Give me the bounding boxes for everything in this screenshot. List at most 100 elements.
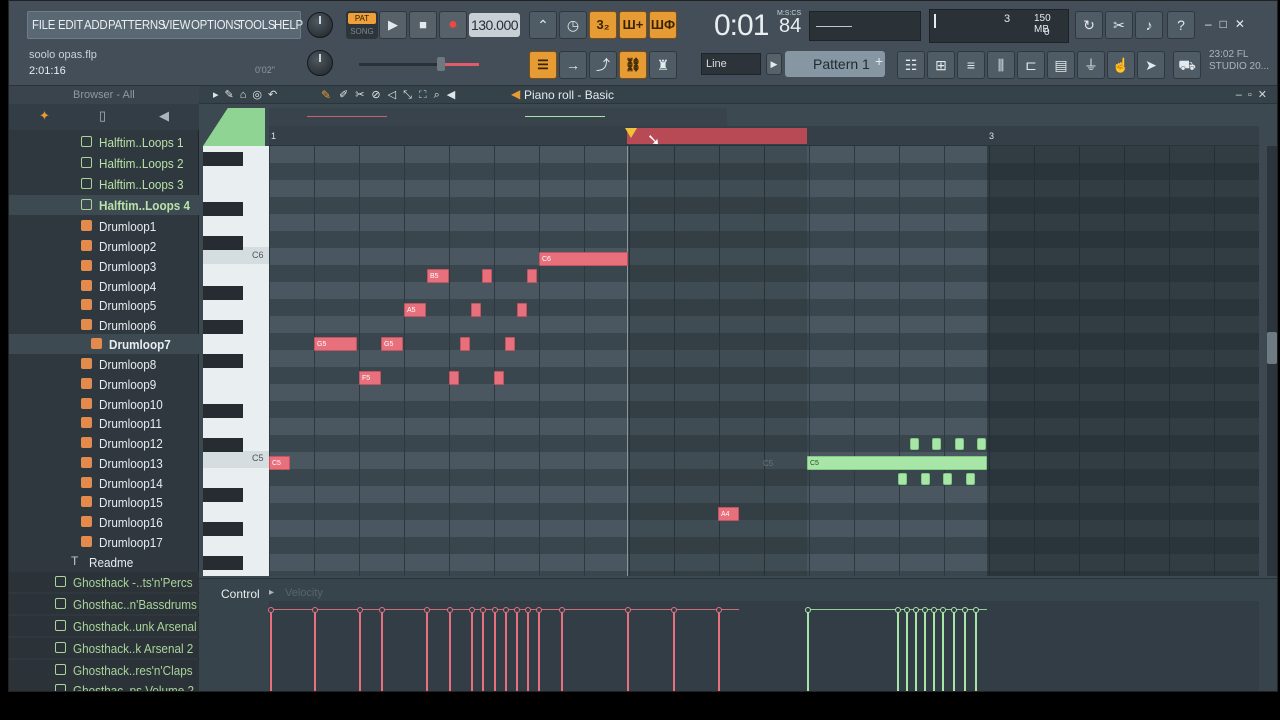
- master-pitch-knob[interactable]: [307, 50, 333, 76]
- black-key[interactable]: [203, 438, 243, 452]
- browser-item[interactable]: Drumloop17: [9, 532, 199, 552]
- curve-button[interactable]: ⤴: [589, 51, 617, 79]
- browser-speaker-icon[interactable]: ◀: [159, 108, 169, 124]
- velocity-stem[interactable]: [975, 611, 977, 691]
- browser-item[interactable]: Drumloop6: [9, 315, 199, 335]
- velocity-handle[interactable]: [904, 607, 910, 613]
- note[interactable]: [471, 303, 481, 317]
- tempo-display[interactable]: 130.000: [469, 13, 520, 37]
- velocity-stem[interactable]: [924, 611, 926, 691]
- velocity-stem[interactable]: [942, 611, 944, 691]
- browser-item[interactable]: Drumloop3: [9, 256, 199, 276]
- timeline-ruler[interactable]: 1 3: [269, 126, 1259, 146]
- velocity-handle[interactable]: [625, 607, 631, 613]
- note[interactable]: [517, 303, 527, 317]
- pencil-tool-icon[interactable]: ✎: [321, 88, 331, 102]
- browser-item[interactable]: Ghosthack..k Arsenal 2: [9, 638, 199, 658]
- velocity-stem[interactable]: [953, 611, 955, 691]
- browser-item[interactable]: Drumloop13: [9, 453, 199, 473]
- step-edit-button[interactable]: Ш+: [619, 11, 647, 39]
- velocity-handle[interactable]: [379, 607, 385, 613]
- pattern-add-button[interactable]: +: [875, 53, 883, 69]
- note[interactable]: [449, 371, 459, 385]
- browser-item[interactable]: Halftim..Loops 2: [9, 153, 199, 173]
- record-button[interactable]: ●: [439, 11, 467, 39]
- velocity-handle[interactable]: [469, 607, 475, 613]
- browser-star-icon[interactable]: ✦: [39, 108, 50, 124]
- velocity-stem[interactable]: [718, 611, 720, 691]
- velocity-handle[interactable]: [312, 607, 318, 613]
- velocity-stem[interactable]: [627, 611, 629, 691]
- black-key[interactable]: [203, 354, 243, 368]
- browser-item[interactable]: Drumloop2: [9, 236, 199, 256]
- note[interactable]: [898, 473, 907, 485]
- velocity-stem[interactable]: [359, 611, 361, 691]
- velocity-handle[interactable]: [268, 607, 274, 613]
- loop-record-button[interactable]: ШФ: [649, 11, 677, 39]
- note[interactable]: [494, 371, 504, 385]
- note[interactable]: C5: [269, 456, 290, 470]
- piano-roll-window-controls[interactable]: –▫✕: [1236, 88, 1273, 101]
- menu-file[interactable]: FILE: [32, 17, 55, 32]
- browser-item[interactable]: Drumloop8: [9, 354, 199, 374]
- menu-add[interactable]: ADD: [84, 17, 108, 32]
- velocity-stem[interactable]: [516, 611, 518, 691]
- black-key[interactable]: [203, 522, 243, 536]
- velocity-handle[interactable]: [962, 607, 968, 613]
- control-arrow-icon[interactable]: ▸: [269, 587, 274, 598]
- tool-mode-select[interactable]: Line: [701, 53, 761, 75]
- browser-item[interactable]: Ghosthack..unk Arsenal: [9, 616, 199, 636]
- piano-roll-button[interactable]: ☰: [529, 51, 557, 79]
- note[interactable]: [505, 337, 515, 351]
- black-key[interactable]: [203, 404, 243, 418]
- black-key[interactable]: [203, 202, 243, 216]
- note[interactable]: [482, 269, 492, 283]
- vertical-scrollbar-thumb[interactable]: [1267, 332, 1277, 364]
- microphone-button[interactable]: ♪: [1135, 11, 1163, 39]
- browser-header[interactable]: Browser - All: [9, 86, 199, 104]
- browser-item[interactable]: Ghosthac..n'Bassdrums: [9, 594, 199, 614]
- send-button[interactable]: ➤: [1137, 51, 1165, 79]
- note[interactable]: [955, 438, 964, 450]
- velocity-handle[interactable]: [357, 607, 363, 613]
- browser-item[interactable]: Halftim..Loops 1: [9, 132, 199, 152]
- control-label[interactable]: Control: [221, 587, 260, 601]
- velocity-stem[interactable]: [381, 611, 383, 691]
- cut-button[interactable]: ✂: [1105, 11, 1133, 39]
- arrow-button[interactable]: →: [559, 51, 587, 79]
- velocity-handle[interactable]: [940, 607, 946, 613]
- velocity-handle[interactable]: [447, 607, 453, 613]
- velocity-stem[interactable]: [527, 611, 529, 691]
- mixer-button[interactable]: ⫼: [987, 51, 1015, 79]
- note[interactable]: [943, 473, 952, 485]
- playlist-button[interactable]: ☷: [897, 51, 925, 79]
- menu-tools[interactable]: TOOLS: [238, 17, 276, 32]
- edit-tool-icons[interactable]: ✐✂⊘◁⤡⛶⌕◀: [339, 88, 462, 102]
- velocity-stem[interactable]: [933, 611, 935, 691]
- play-button[interactable]: ▶: [379, 11, 407, 39]
- black-key[interactable]: [203, 488, 243, 502]
- browser-item[interactable]: Ghosthack -..ts'n'Percs: [9, 572, 199, 592]
- velocity-stem[interactable]: [915, 611, 917, 691]
- note[interactable]: A5: [404, 303, 426, 317]
- menu-patterns[interactable]: PATTERNS: [108, 17, 165, 32]
- velocity-handle[interactable]: [913, 607, 919, 613]
- pat-song-toggle[interactable]: PAT SONG: [346, 11, 378, 39]
- velocity-stem[interactable]: [426, 611, 428, 691]
- browser-item[interactable]: Drumloop4: [9, 276, 199, 296]
- piano-keyboard[interactable]: C6 C5: [203, 146, 269, 576]
- note[interactable]: A4: [718, 507, 739, 521]
- menu-edit[interactable]: EDIT: [58, 17, 83, 32]
- velocity-handle[interactable]: [480, 607, 486, 613]
- browser-item[interactable]: Ghosthac..ps Volume 2: [9, 680, 199, 691]
- browser-item[interactable]: Halftim..Loops 3: [9, 174, 199, 194]
- browser-item[interactable]: Drumloop1: [9, 216, 199, 236]
- menu-help[interactable]: HELP: [274, 17, 303, 32]
- note[interactable]: [977, 438, 986, 450]
- note[interactable]: G5: [381, 337, 403, 351]
- velocity-handle[interactable]: [503, 607, 509, 613]
- velocity-stem[interactable]: [482, 611, 484, 691]
- velocity-stem[interactable]: [471, 611, 473, 691]
- velocity-handle[interactable]: [716, 607, 722, 613]
- project-button[interactable]: ▤: [1047, 51, 1075, 79]
